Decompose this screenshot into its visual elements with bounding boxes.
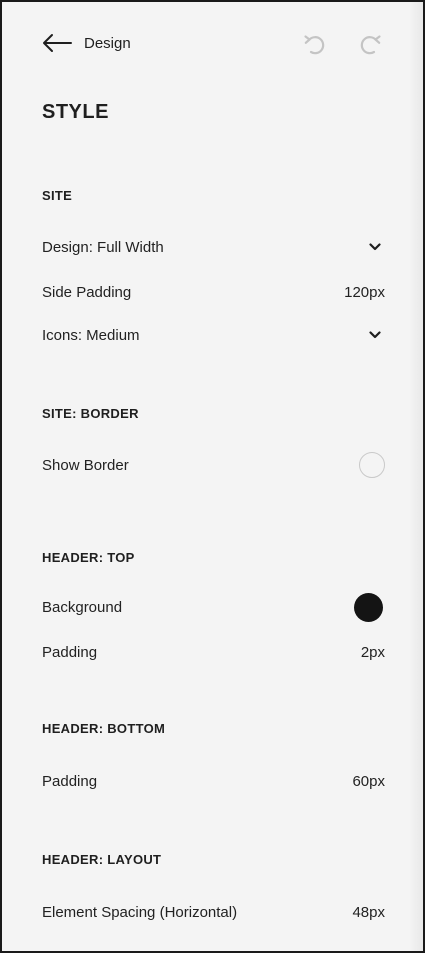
background-control[interactable]: Background xyxy=(42,592,385,622)
icons-label: Icons: Medium xyxy=(42,326,140,344)
undo-icon[interactable] xyxy=(302,33,326,62)
back-button[interactable]: Design xyxy=(42,33,131,53)
design-select[interactable]: Design: Full Width xyxy=(42,232,385,262)
section-title-site-border: SITE: BORDER xyxy=(42,406,139,421)
panel-edge-shadow xyxy=(409,2,423,951)
redo-icon[interactable] xyxy=(359,33,383,62)
side-padding-value: 120px xyxy=(344,283,385,301)
header-top-padding-label: Padding xyxy=(42,643,98,661)
show-border-toggle[interactable] xyxy=(359,452,385,478)
background-label: Background xyxy=(42,598,123,616)
panel-header: Design xyxy=(2,2,423,92)
section-title-header-layout: HEADER: LAYOUT xyxy=(42,852,162,867)
header-top-padding-control[interactable]: Padding 2px xyxy=(42,637,385,667)
chevron-down-icon xyxy=(369,243,385,251)
side-padding-control[interactable]: Side Padding 120px xyxy=(42,277,385,307)
section-title-header-top: HEADER: TOP xyxy=(42,550,135,565)
header-top-padding-value: 2px xyxy=(360,643,385,661)
arrow-left-icon xyxy=(42,33,72,53)
show-border-control[interactable]: Show Border xyxy=(42,450,385,480)
show-border-label: Show Border xyxy=(42,456,129,474)
icons-select[interactable]: Icons: Medium xyxy=(42,320,385,350)
side-padding-label: Side Padding xyxy=(42,283,132,301)
style-panel: Design STYLE SITE Design: Full Width Sid… xyxy=(0,0,425,953)
section-title-site: SITE xyxy=(42,188,73,203)
section-title-header-bottom: HEADER: BOTTOM xyxy=(42,721,166,736)
header-bottom-padding-value: 60px xyxy=(352,772,385,790)
header-bottom-padding-control[interactable]: Padding 60px xyxy=(42,766,385,796)
element-spacing-label: Element Spacing (Horizontal) xyxy=(42,903,238,921)
chevron-down-icon xyxy=(369,331,385,339)
element-spacing-value: 48px xyxy=(352,903,385,921)
back-label: Design xyxy=(84,34,131,52)
header-bottom-padding-label: Padding xyxy=(42,772,98,790)
background-color-swatch[interactable] xyxy=(354,592,383,622)
design-label: Design: Full Width xyxy=(42,238,164,256)
element-spacing-control[interactable]: Element Spacing (Horizontal) 48px xyxy=(42,897,385,927)
page-title: STYLE xyxy=(42,101,109,123)
